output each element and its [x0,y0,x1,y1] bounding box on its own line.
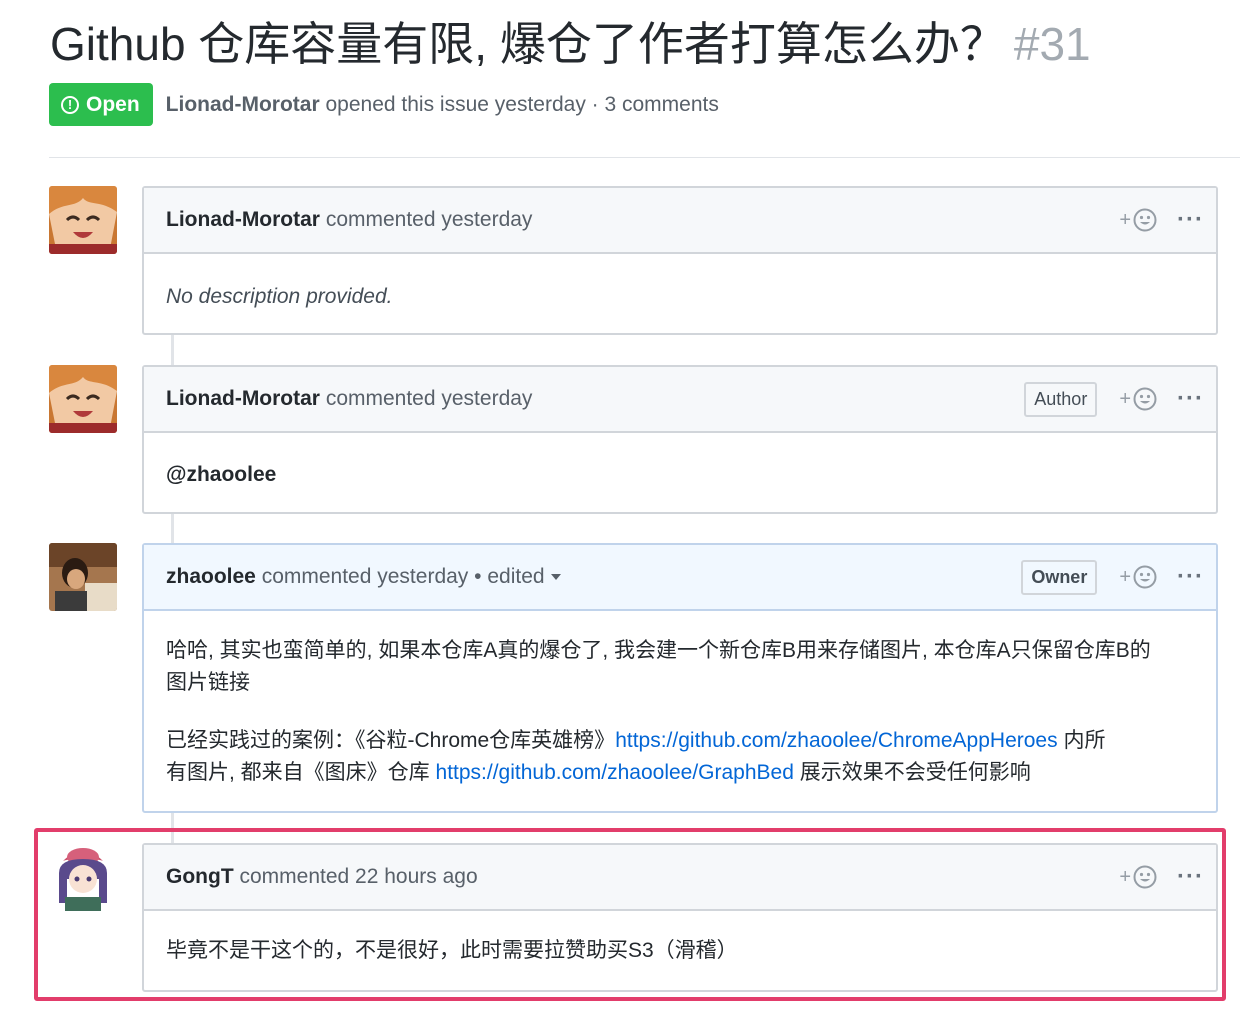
kebab-horizontal-icon[interactable]: ··· [1177,565,1204,589]
comment-header: zhaoolee commented yesterday • edited Ow… [144,545,1216,611]
comment: zhaoolee commented yesterday • edited Ow… [142,543,1218,813]
comment-actions: Author + ··· [1024,367,1208,431]
comment-header: Lionad-Morotar commented yesterday Autho… [144,367,1216,433]
issue-title: Github 仓库容量有限, 爆仓了作者打算怎么办？ #31 [50,14,1091,74]
edited-label: • edited [474,565,545,588]
plus-label: + [1119,208,1132,231]
comment-author[interactable]: Lionad-Morotar [166,387,320,410]
header-divider [49,157,1240,158]
comment-body: No description provided. [144,254,1216,313]
avatar[interactable] [49,543,117,611]
kebab-horizontal-icon[interactable]: ··· [1177,387,1204,411]
chrome-app-heroes-link[interactable]: https://github.com/zhaoolee/ChromeAppHer… [615,729,1057,752]
owner-badge: Owner [1021,559,1098,595]
issue-title-text: Github 仓库容量有限, 爆仓了作者打算怎么办？ [50,18,1006,70]
avatar[interactable] [49,365,117,433]
add-reaction-button[interactable]: + [1119,565,1157,589]
comment-text: 图片链接 [166,671,250,694]
comment-text: 有图片, 都来自《图床》仓库 [166,761,436,784]
comment-actions: Owner + ··· [1021,545,1208,609]
smiley-icon [1133,387,1157,411]
comment-meta: zhaoolee commented yesterday • edited [166,565,561,589]
smiley-icon [1133,208,1157,232]
comment-time[interactable]: commented yesterday [326,208,533,231]
edited-dropdown[interactable]: • edited [474,565,561,588]
issue-meta: ! Open Lionad-Morotar opened this issue … [49,83,719,126]
add-reaction-button[interactable]: + [1119,208,1157,232]
caret-down-icon [550,574,561,581]
comment-paragraph: 哈哈, 其实也蛮简单的, 如果本仓库A真的爆仓了, 我会建一个新仓库B用来存储图… [166,635,1194,699]
state-label: Open [86,92,140,116]
plus-label: + [1119,565,1132,588]
timeline-connector [171,335,174,365]
comment: Lionad-Morotar commented yesterday Autho… [142,365,1218,514]
comment-time[interactable]: commented yesterday [326,387,533,410]
issue-meta-text: Lionad-Morotar opened this issue yesterd… [166,93,719,117]
comment-text: 展示效果不会受任何影响 [793,761,1031,784]
mention-link[interactable]: @zhaoolee [166,459,1194,491]
graphbed-link[interactable]: https://github.com/zhaoolee/GraphBed [436,761,794,784]
comment: Lionad-Morotar commented yesterday + ···… [142,186,1218,335]
comment-text: 已经实践过的案例：《谷粒-Chrome仓库英雄榜》 [166,729,616,752]
author-badge: Author [1024,381,1098,417]
comment-meta: Lionad-Morotar commented yesterday [166,387,532,411]
state-badge: ! Open [49,83,153,126]
comment-text: 内所 [1057,729,1106,752]
smiley-icon [1133,565,1157,589]
comment-meta: Lionad-Morotar commented yesterday [166,208,532,232]
comment-text: 哈哈, 其实也蛮简单的, 如果本仓库A真的爆仓了, 我会建一个新仓库B用来存储图… [166,639,1151,662]
highlight-frame [34,828,1226,1001]
timeline-connector [171,514,174,544]
kebab-horizontal-icon[interactable]: ··· [1177,208,1204,232]
add-reaction-button[interactable]: + [1119,387,1157,411]
plus-label: + [1119,387,1132,410]
issue-opened-icon: ! [61,95,79,114]
issue-author-link[interactable]: Lionad-Morotar [166,93,320,116]
comment-author[interactable]: zhaoolee [166,565,256,588]
comment-text: No description provided. [166,285,393,308]
avatar[interactable] [49,186,117,254]
comment-paragraph: 已经实践过的案例：《谷粒-Chrome仓库英雄榜》https://github.… [166,725,1194,789]
issue-meta-suffix: opened this issue yesterday · 3 comments [325,92,719,116]
comment-body: @zhaoolee [144,433,1216,491]
comment-author[interactable]: Lionad-Morotar [166,208,320,231]
comment-time[interactable]: commented yesterday [262,565,469,588]
comment-body: 哈哈, 其实也蛮简单的, 如果本仓库A真的爆仓了, 我会建一个新仓库B用来存储图… [144,611,1216,789]
comment-header: Lionad-Morotar commented yesterday + ··· [144,188,1216,254]
issue-number: #31 [1013,18,1091,70]
comment-actions: + ··· [1119,188,1208,252]
